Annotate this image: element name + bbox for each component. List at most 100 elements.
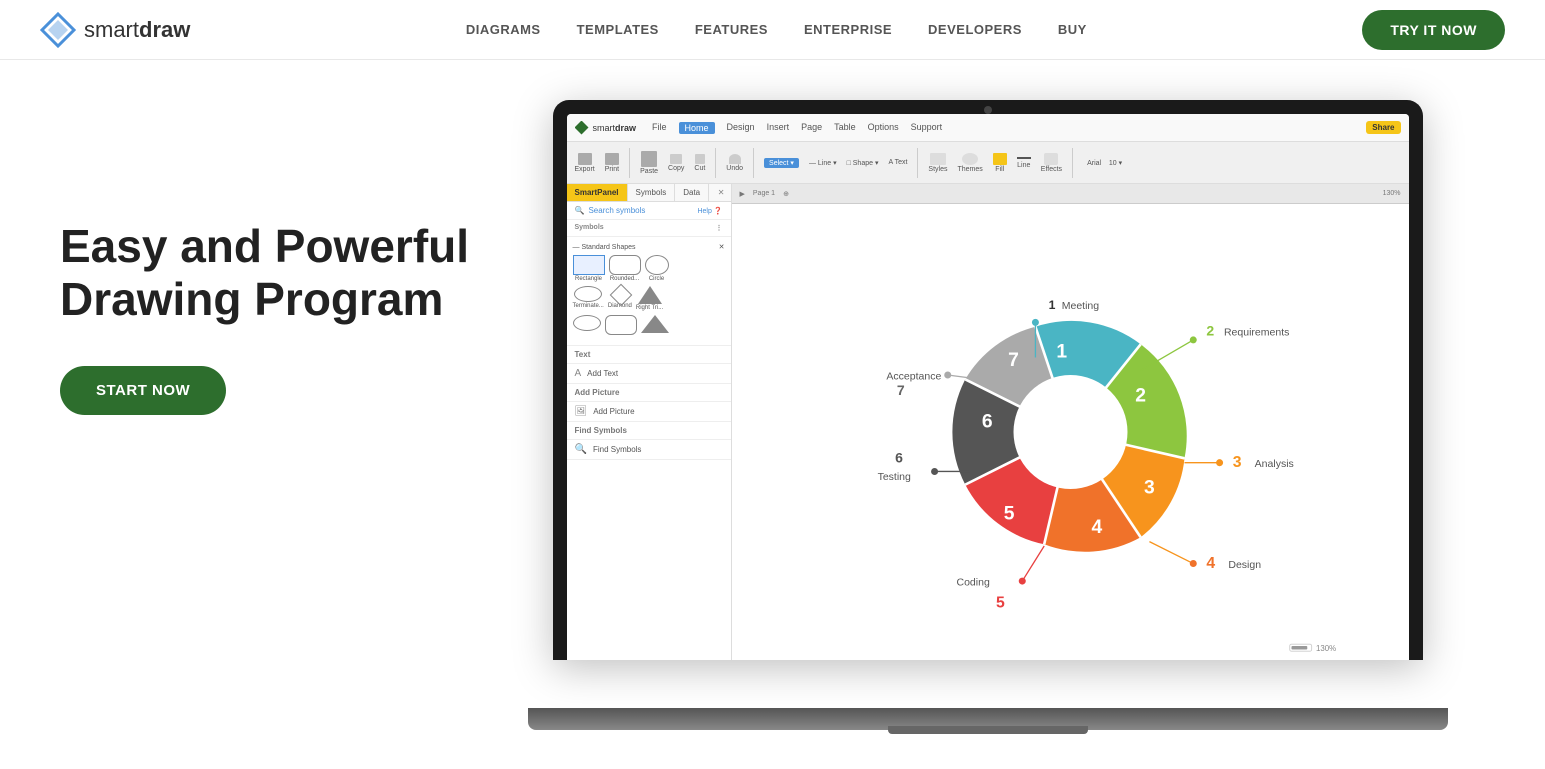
try-it-now-button[interactable]: TRY IT NOW	[1362, 10, 1505, 50]
toolbar-paste[interactable]: Paste	[640, 151, 658, 175]
svg-text:Analysis: Analysis	[1254, 458, 1293, 470]
svg-text:1: 1	[1048, 298, 1055, 312]
app-toolbar: Export Print Paste	[567, 142, 1409, 184]
toolbar-export[interactable]: Export	[575, 153, 595, 173]
app-ui: smartdraw File Home Design Insert Page T…	[567, 114, 1409, 660]
nav-enterprise[interactable]: ENTERPRISE	[804, 22, 892, 37]
search-symbols-label[interactable]: Search symbols	[588, 206, 645, 215]
toolbar-separator-1	[629, 148, 630, 178]
find-symbols-label: Find Symbols	[593, 445, 641, 454]
toolbar-separator-4	[917, 148, 918, 178]
app-nav-file[interactable]: File	[652, 122, 667, 134]
sidebar-symbols-header: Symbols ⋮	[567, 220, 731, 237]
toolbar-shape[interactable]: □ Shape ▾	[847, 159, 879, 167]
sidebar-add-picture-section: Add Picture	[567, 384, 731, 402]
svg-text:Meeting: Meeting	[1061, 300, 1099, 312]
shape-ellipse[interactable]: Terminate...	[573, 286, 604, 311]
svg-text:3: 3	[1144, 477, 1155, 498]
app-logo: smartdraw	[575, 121, 637, 135]
nav-buy[interactable]: BUY	[1058, 22, 1087, 37]
laptop-mockup: smartdraw File Home Design Insert Page T…	[490, 100, 1485, 750]
app-logo-text: smartdraw	[593, 123, 637, 133]
shape-rounded[interactable]: Rounded...	[609, 255, 641, 282]
standard-shapes-close[interactable]: ✕	[719, 243, 725, 251]
page-add-button[interactable]: ⊕	[783, 190, 789, 198]
shapes-row-1: Rectangle Rounded... Circl	[573, 255, 725, 282]
help-link[interactable]: Help ❓	[697, 207, 722, 215]
shapes-row-2: Terminate... Diamond Right	[573, 286, 725, 311]
toolbar-effects[interactable]: Effects	[1041, 153, 1062, 173]
laptop-base	[528, 708, 1448, 730]
page-nav-arrow[interactable]: ▶	[740, 190, 745, 198]
nav-diagrams[interactable]: DIAGRAMS	[466, 22, 541, 37]
screen-inner: smartdraw File Home Design Insert Page T…	[567, 114, 1409, 660]
svg-text:Acceptance: Acceptance	[886, 370, 941, 382]
svg-text:4: 4	[1091, 517, 1102, 538]
search-icon: 🔍	[575, 206, 585, 215]
svg-text:4: 4	[1206, 555, 1215, 572]
app-nav-design[interactable]: Design	[727, 122, 755, 134]
app-nav-support[interactable]: Support	[911, 122, 943, 134]
toolbar-styles[interactable]: Styles	[928, 153, 947, 173]
sidebar-tab-symbols[interactable]: Symbols	[628, 184, 676, 201]
sidebar-add-picture[interactable]: 🖼 Add Picture	[567, 402, 731, 422]
canvas-drawing-area[interactable]: 1 2 3 4 5 6 7	[732, 204, 1409, 660]
app-header: smartdraw File Home Design Insert Page T…	[567, 114, 1409, 142]
symbols-grid: — Standard Shapes ✕ Rectangle	[567, 237, 731, 346]
standard-shapes-header: — Standard Shapes ✕	[573, 243, 725, 251]
main-nav: DIAGRAMS TEMPLATES FEATURES ENTERPRISE D…	[466, 22, 1087, 37]
app-nav: File Home Design Insert Page Table Optio…	[652, 122, 942, 134]
shape-rectangle[interactable]: Rectangle	[573, 255, 605, 282]
nav-developers[interactable]: DEVELOPERS	[928, 22, 1022, 37]
toolbar-fill[interactable]: Fill	[993, 153, 1007, 173]
sidebar-close-button[interactable]: ✕	[712, 184, 731, 201]
toolbar-text[interactable]: A Text	[888, 159, 907, 166]
nav-templates[interactable]: TEMPLATES	[577, 22, 659, 37]
svg-text:7: 7	[1008, 350, 1019, 371]
app-body: SmartPanel Symbols Data ✕ 🔍 Search symbo…	[567, 184, 1409, 660]
sidebar-find-symbols-section: Find Symbols	[567, 422, 731, 440]
sidebar-add-text[interactable]: A Add Text	[567, 364, 731, 384]
shape-more-1[interactable]	[573, 315, 601, 335]
puzzle-diagram: 1 2 3 4 5 6 7	[732, 204, 1409, 660]
toolbar-cut[interactable]: Cut	[694, 154, 705, 172]
toolbar-print[interactable]: Print	[605, 153, 619, 173]
zoom-label: 130%	[1383, 190, 1401, 197]
toolbar-undo[interactable]: Undo	[726, 154, 743, 172]
logo[interactable]: smartdraw	[40, 12, 190, 48]
shape-diamond[interactable]: Diamond	[608, 286, 632, 311]
logo-icon	[40, 12, 76, 48]
app-nav-table[interactable]: Table	[834, 122, 856, 134]
app-share-button[interactable]: Share	[1366, 121, 1400, 134]
sidebar-tab-smartpanel[interactable]: SmartPanel	[567, 184, 628, 201]
app-nav-page[interactable]: Page	[801, 122, 822, 134]
toolbar-line2[interactable]: Line	[1017, 157, 1031, 169]
sidebar-text-section: Text	[567, 346, 731, 364]
shapes-row-3	[573, 315, 725, 335]
shape-circle[interactable]: Circle	[645, 255, 669, 282]
svg-text:3: 3	[1232, 454, 1241, 471]
shape-triangle[interactable]: Right Tri...	[636, 286, 663, 311]
sidebar-tab-data[interactable]: Data	[675, 184, 709, 201]
nav-features[interactable]: FEATURES	[695, 22, 768, 37]
shape-more-2[interactable]	[605, 315, 637, 335]
site-header: smartdraw DIAGRAMS TEMPLATES FEATURES EN…	[0, 0, 1545, 60]
add-text-icon: A	[575, 368, 582, 379]
start-now-button[interactable]: START NOW	[60, 366, 226, 415]
app-nav-insert[interactable]: Insert	[767, 122, 790, 134]
app-sidebar: SmartPanel Symbols Data ✕ 🔍 Search symbo…	[567, 184, 732, 660]
find-icon: 🔍	[575, 444, 587, 455]
svg-text:5: 5	[995, 594, 1004, 611]
toolbar-line[interactable]: — Line ▾	[809, 159, 837, 167]
svg-text:Testing: Testing	[877, 471, 910, 483]
shape-more-3[interactable]	[641, 315, 669, 335]
app-nav-options[interactable]: Options	[868, 122, 899, 134]
toolbar-copy[interactable]: Copy	[668, 154, 684, 172]
toolbar-select[interactable]: Select ▾	[764, 158, 799, 168]
sidebar-find-symbols[interactable]: 🔍 Find Symbols	[567, 440, 731, 460]
toolbar-themes[interactable]: Themes	[957, 153, 982, 173]
laptop-wrapper: smartdraw File Home Design Insert Page T…	[538, 100, 1438, 750]
app-logo-icon	[575, 121, 589, 135]
toolbar-separator-3	[753, 148, 754, 178]
app-nav-home[interactable]: Home	[679, 122, 715, 134]
